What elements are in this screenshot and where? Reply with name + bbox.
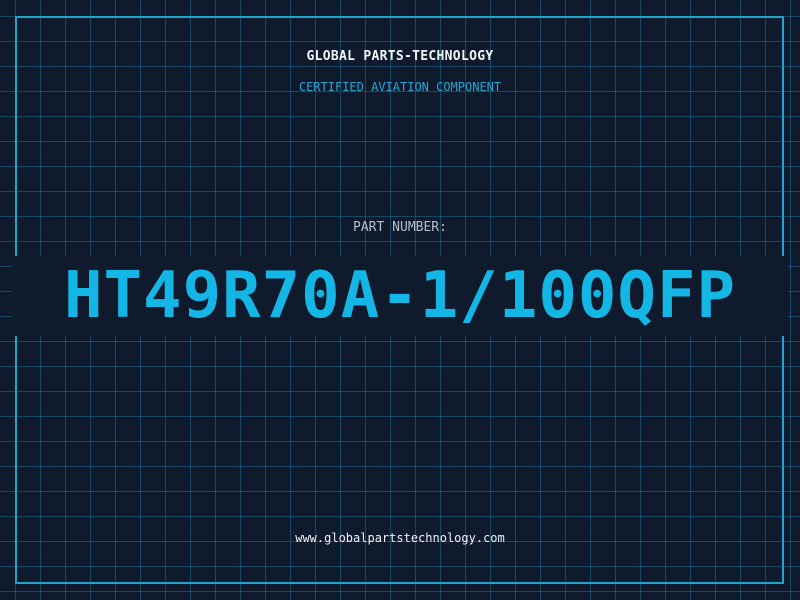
- website-url: www.globalpartstechnology.com: [295, 531, 505, 545]
- part-number-value: HT49R70A-1/100QFP: [63, 259, 737, 333]
- part-label-card: GLOBAL PARTS-TECHNOLOGY CERTIFIED AVIATI…: [0, 0, 800, 600]
- company-name: GLOBAL PARTS-TECHNOLOGY: [306, 49, 494, 64]
- certification-tagline: CERTIFIED AVIATION COMPONENT: [298, 80, 502, 94]
- part-number-label: PART NUMBER:: [353, 220, 447, 235]
